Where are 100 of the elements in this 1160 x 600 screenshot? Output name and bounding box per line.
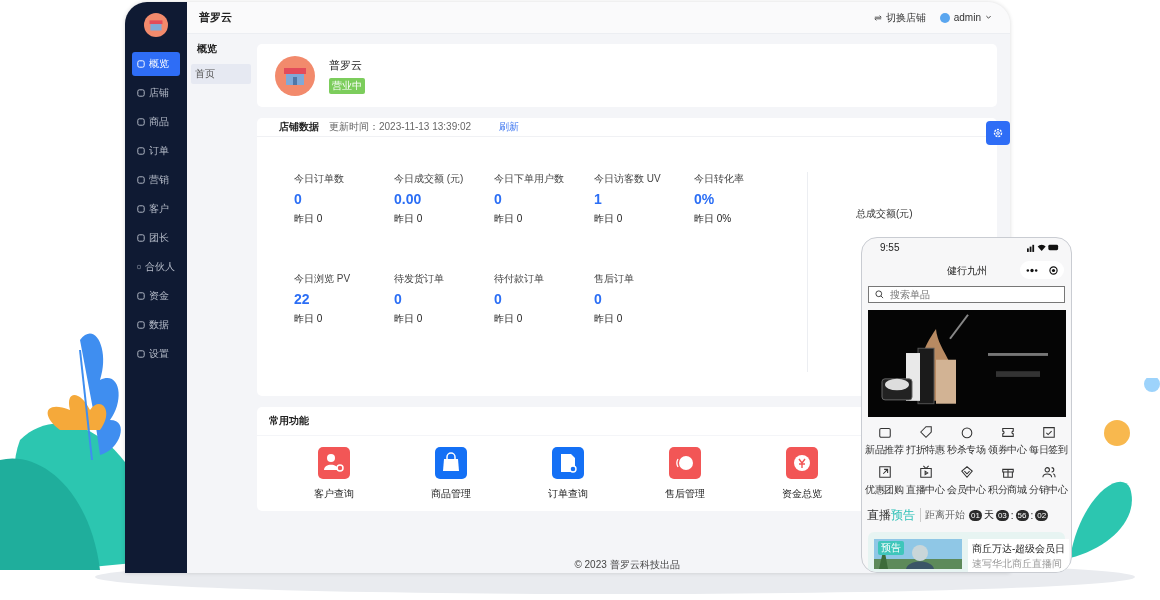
countdown-label: 距离开始 [920,508,965,523]
countdown-unit: 天 [983,508,994,523]
stat-value: 0.00 [394,191,423,207]
shortcut-button[interactable]: 商品管理 [419,447,483,501]
shortcut-label[interactable]: 打折特惠 [906,443,945,457]
ticket-icon [1000,425,1015,439]
live-title: 商丘万达-超级会员日 [972,542,1066,556]
stat-yesterday: 昨日 0 [494,212,524,226]
swap-icon [873,13,882,22]
settings-button[interactable] [986,121,1010,145]
stat-value: 0 [494,191,503,207]
chevron-down-icon [985,14,992,21]
sidebar-item[interactable]: 店铺 [132,81,180,105]
subnav-title: 概览 [196,42,218,56]
shortcut-label[interactable]: 会员中心 [947,483,986,497]
store-name: 普罗云 [329,57,362,73]
countdown-unit: : [1010,510,1014,521]
status-tag: 营业中 [329,77,365,94]
menu-square-icon [137,147,145,155]
menu-square-icon [137,205,145,213]
stat-value: 0 [294,191,303,207]
update-time: 更新时间：2023-11-13 13:39:02 [329,120,472,134]
app-title: 健行九州 [946,263,987,278]
copyright-text: © 2023 普罗云科技出品 [574,558,680,572]
stat-value: 0% [694,191,716,207]
shortcut-label[interactable]: 积分商城 [988,483,1027,497]
shortcut-button[interactable]: 资金总览 [770,447,834,501]
search-field[interactable]: 搜索单品 [868,285,1065,303]
stat-value: 0 [394,291,403,307]
stat-yesterday: 昨日 0 [394,212,424,226]
stat-label: 售后订单 [594,272,635,286]
more-icon [1025,267,1038,273]
stat-yesterday: 昨日 0 [294,212,324,226]
shortcut-label[interactable]: 分销中心 [1029,483,1068,497]
shortcut-label[interactable]: 秒杀专场 [947,443,986,457]
stat-label: 待发货订单 [394,272,445,286]
avatar-icon [939,12,950,23]
stat-value: 0 [594,291,603,307]
tv-icon [918,465,933,479]
calendar-icon [1041,425,1056,439]
shortcut-button[interactable]: 客户查询 [302,447,366,501]
shortcut-label[interactable]: 直播中心 [906,483,945,497]
section-title: 直播预告 [867,507,915,524]
sidebar-item[interactable]: 客户 [132,197,180,221]
user-menu[interactable]: admin [939,12,992,23]
stat-label: 今日下单用户数 [494,172,565,186]
subnav-item[interactable]: 首页 [191,64,251,84]
capsule-menu[interactable] [1020,261,1064,280]
countdown-digits: 56 [1015,510,1029,521]
menu-square-icon [137,292,145,300]
shortcut-label[interactable]: 优惠团购 [865,483,904,497]
people-icon [1041,465,1056,479]
stat-label: 今日成交额 (元) [394,172,465,186]
menu-square-icon [137,60,145,68]
countdown-digits: 03 [995,510,1009,521]
stat-value: 0 [494,291,503,307]
shortcut-label[interactable]: 新品推荐 [865,443,904,457]
live-subtitle: 速写华北商丘直播间 [972,557,1063,571]
menu-square-icon [137,350,145,358]
shortcut-button[interactable]: 售后管理 [653,447,717,501]
app-title: 普罗云 [199,10,232,25]
menu-square-icon [137,176,145,184]
sidebar-item[interactable]: 概览 [132,52,180,76]
shop-logo-icon [275,55,315,96]
stat-label: 今日浏览 PV [294,272,352,286]
sidebar-item[interactable]: 团长 [132,226,180,250]
sidebar-item[interactable]: 订单 [132,139,180,163]
countdown-digits: 02 [1035,510,1049,521]
search-icon [875,289,884,299]
countdown-digits: 01 [969,510,982,521]
status-icons-drawing [1027,243,1059,253]
status-time: 9:55 [880,242,900,254]
stat-label: 今日转化率 [694,172,745,186]
stat-yesterday: 昨日 0 [594,312,624,326]
switch-store-button[interactable]: 切换店铺 [873,10,926,25]
menu-square-icon [137,89,145,97]
stat-label: 总成交额(元) [856,208,913,219]
stat-yesterday: 昨日 0 [494,312,524,326]
refresh-link[interactable]: 刷新 [499,120,520,134]
section-title: 常用功能 [269,414,309,428]
tag-icon [918,425,933,439]
sidebar-item[interactable]: 资金 [132,284,180,308]
sidebar-item[interactable]: 商品 [132,110,180,134]
menu-square-icon [137,234,145,242]
stat-value: 22 [294,291,311,307]
sidebar-item[interactable]: 营销 [132,168,180,192]
stat-label: 待付款订单 [494,272,545,286]
shortcut-button[interactable]: 订单查询 [536,447,600,501]
sidebar-item[interactable]: 数据 [132,313,180,337]
sidebar-item[interactable]: 合伙人 [132,255,180,279]
settings-icon [992,127,1004,139]
section-title: 店铺数据 [279,120,319,134]
shortcut-label[interactable]: 每日签到 [1029,443,1068,457]
stat-yesterday: 昨日 0 [394,312,424,326]
stat-yesterday: 昨日 0% [694,212,733,226]
sidebar-item[interactable]: 设置 [132,342,180,366]
share-icon [877,465,892,479]
close-target-icon [1049,265,1059,275]
stat-value: 1 [594,191,603,207]
shortcut-label[interactable]: 领券中心 [988,443,1027,457]
